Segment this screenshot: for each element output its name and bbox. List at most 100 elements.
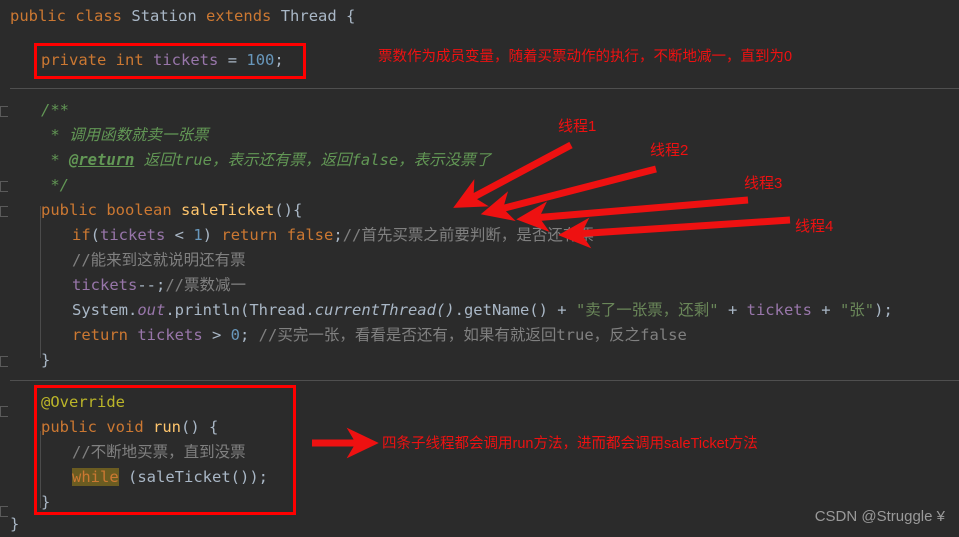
code-line-9: //能来到这就说明还有票	[72, 248, 246, 273]
javadoc-return-tag: @return	[69, 151, 135, 169]
indent-guide	[40, 206, 41, 358]
token-superclass: Thread	[280, 7, 337, 25]
watermark: CSDN @Struggle ¥	[814, 508, 945, 525]
token-out: out	[137, 301, 166, 319]
label-thread-2: 线程2	[650, 142, 689, 159]
token-class: class	[75, 7, 123, 25]
token-number-100: 100	[246, 51, 275, 69]
token-field-tickets: tickets	[72, 276, 138, 294]
token-return: return	[221, 226, 278, 244]
fold-marker-icon[interactable]	[0, 506, 8, 517]
token-semicolon: ;	[240, 326, 259, 344]
code-line-15: public void run() {	[41, 415, 218, 440]
fold-marker-icon[interactable]	[0, 181, 8, 192]
token-class-name: Station	[131, 7, 197, 25]
token-method-tail: (){	[274, 201, 303, 219]
token-return: return	[72, 326, 128, 344]
token-field-tickets: tickets	[746, 301, 812, 319]
code-line-2: private int tickets = 100;	[41, 48, 284, 73]
token-currentthread: currentThread()	[314, 301, 455, 319]
token-field-tickets: tickets	[153, 51, 219, 69]
token-int: int	[115, 51, 144, 69]
token-plus: +	[557, 301, 576, 319]
token-dot: .	[165, 301, 175, 319]
token-field-tickets: tickets	[100, 226, 166, 244]
member-separator	[10, 88, 959, 89]
token-close-paren: );	[874, 301, 893, 319]
token-brace: }	[41, 493, 51, 511]
fold-marker-icon[interactable]	[0, 356, 8, 367]
code-line-19: }	[10, 512, 19, 537]
token-if: if	[72, 226, 91, 244]
annotation-note-field: 票数作为成员变量，随着买票动作的执行，不断地减一，直到为0	[378, 49, 793, 65]
token-field-tickets: tickets	[128, 326, 203, 344]
fold-marker-icon[interactable]	[0, 106, 8, 117]
fold-marker-icon[interactable]	[0, 406, 8, 417]
token-while-highlighted: while	[72, 468, 119, 486]
string-zhang: "张"	[839, 301, 875, 319]
token-boolean: boolean	[106, 201, 172, 219]
code-line-5: * @return 返回true，表示还有票，返回false，表示没票了	[41, 148, 491, 173]
member-separator	[10, 380, 959, 381]
code-line-12: return tickets > 0; //买完一张，看看是否还有，如果有就返回…	[72, 323, 687, 348]
token-annotation-override: @Override	[41, 393, 125, 411]
label-thread-1: 线程1	[558, 118, 597, 135]
code-line-14: @Override	[41, 390, 125, 415]
string-sold-one: "卖了一张票，还剩"	[575, 301, 719, 319]
code-line-17: while (saleTicket());	[72, 465, 268, 490]
token-private: private	[41, 51, 107, 69]
token-brace: }	[10, 515, 20, 533]
code-line-13: }	[41, 348, 50, 373]
token-public: public	[41, 418, 97, 436]
code-line-7: public boolean saleTicket(){	[41, 198, 302, 223]
token-decrement: --;	[137, 276, 166, 294]
token-false: false	[277, 226, 334, 244]
token-getname: .getName()	[454, 301, 558, 319]
token-method-saleticket: saleTicket	[181, 201, 275, 219]
code-line-16: //不断地买票，直到没票	[72, 440, 246, 465]
token-semicolon: ;	[274, 51, 284, 69]
fold-marker-icon[interactable]	[0, 206, 8, 217]
token-void: void	[106, 418, 144, 436]
token-brace: {	[346, 7, 356, 25]
token-plus: +	[718, 301, 747, 319]
code-line-18: }	[41, 490, 50, 515]
code-line-6: */	[41, 173, 69, 198]
code-editor[interactable]: public class Station extends Thread { pr…	[0, 0, 959, 537]
javadoc-close: */	[41, 176, 69, 194]
token-thread: Thread.	[249, 301, 315, 319]
token-println: println(	[174, 301, 250, 319]
code-line-8: if(tickets < 1) return false;//首先买票之前要判断…	[72, 223, 594, 248]
token-semicolon: ;	[333, 226, 343, 244]
token-plus: +	[811, 301, 840, 319]
token-brace: }	[41, 351, 51, 369]
comment-return-explain: //买完一张，看看是否还有，如果有就返回true，反之false	[258, 326, 687, 344]
token-extends: extends	[206, 7, 272, 25]
label-thread-4: 线程4	[795, 218, 834, 235]
code-line-4: * 调用函数就卖一张票	[41, 123, 209, 148]
comment-decrement: //票数减一	[165, 276, 246, 294]
code-line-10: tickets--;//票数减一	[72, 273, 246, 298]
code-line-11: System.out.println(Thread.currentThread(…	[72, 298, 893, 323]
token-method-tail: () {	[181, 418, 219, 436]
token-gt: >	[202, 326, 231, 344]
label-thread-3: 线程3	[744, 175, 783, 192]
code-line-3: /**	[41, 98, 69, 123]
code-line-1: public class Station extends Thread {	[10, 4, 355, 29]
token-number-0: 0	[230, 326, 240, 344]
token-equals: =	[227, 51, 238, 69]
screenshot-root: public class Station extends Thread { pr…	[0, 0, 959, 537]
comment-keep-buying: //不断地买票，直到没票	[72, 443, 246, 461]
comment-has-tickets: //能来到这就说明还有票	[72, 251, 246, 269]
token-public: public	[41, 201, 97, 219]
token-system: System.	[72, 301, 138, 319]
annotation-note-run: 四条子线程都会调用run方法，进而都会调用saleTicket方法	[382, 436, 758, 452]
javadoc-open: /**	[41, 101, 69, 119]
javadoc-star: *	[41, 151, 69, 169]
javadoc-return-desc: 返回true，表示还有票，返回false，表示没票了	[134, 151, 492, 169]
javadoc-desc: * 调用函数就卖一张票	[41, 126, 209, 144]
token-number-1: 1	[193, 226, 203, 244]
token-paren-close: )	[202, 226, 222, 244]
token-method-run: run	[153, 418, 182, 436]
comment-if-check: //首先买票之前要判断，是否还有票	[342, 226, 594, 244]
